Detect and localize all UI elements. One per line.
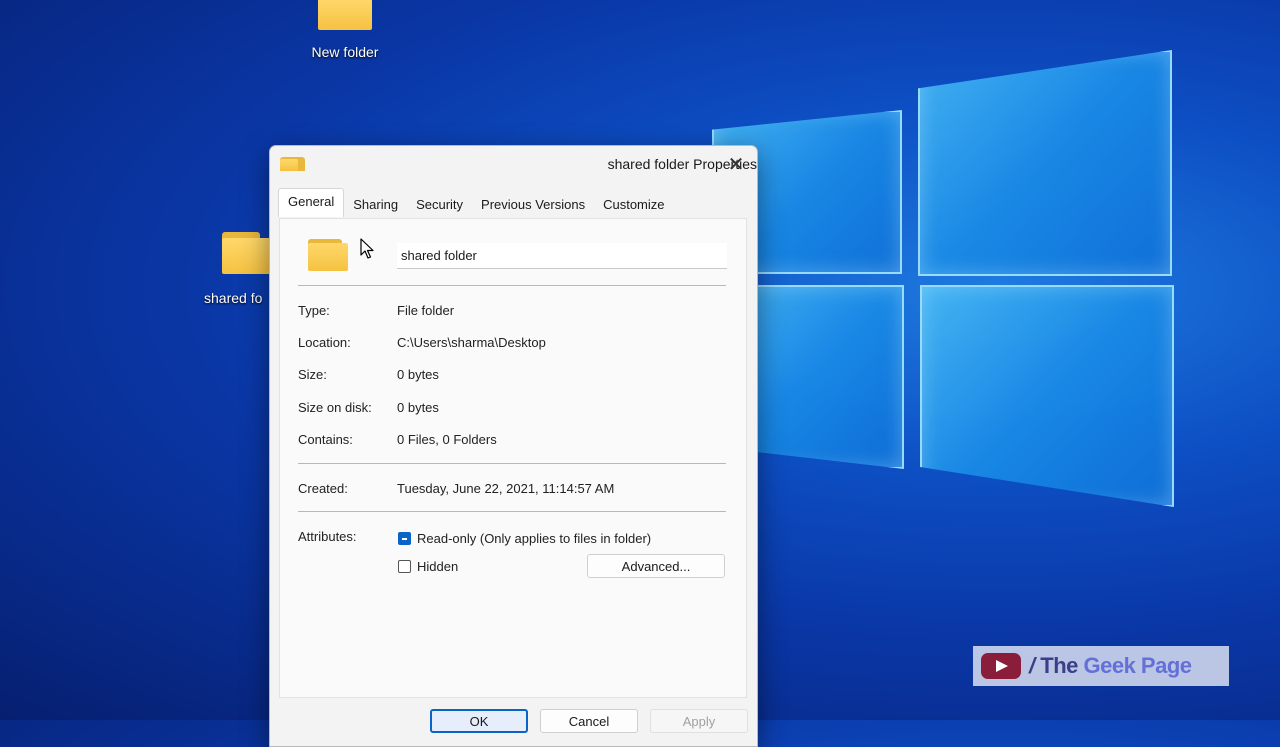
logo-pane-bottom-right	[920, 285, 1174, 507]
title-bar[interactable]: shared folder Properties ✕	[270, 146, 757, 182]
desktop-icon-new-folder[interactable]: New folder	[300, 0, 390, 60]
folder-icon	[308, 239, 348, 271]
ok-button[interactable]: OK	[430, 709, 528, 733]
property-value: 0 Files, 0 Folders	[397, 432, 497, 447]
logo-pane-top-right	[918, 50, 1172, 276]
mouse-cursor-icon	[360, 238, 374, 259]
divider	[298, 285, 726, 286]
property-value: Tuesday, June 22, 2021, 11:14:57 AM	[397, 481, 615, 496]
apply-button[interactable]: Apply	[650, 709, 748, 733]
watermark-geek-page: Geek Page	[1083, 653, 1193, 678]
desktop-icon-label: New folder	[311, 44, 379, 60]
general-panel: Type: File folder Location: C:\Users\sha…	[279, 218, 747, 698]
tab-sharing[interactable]: Sharing	[344, 191, 407, 217]
property-row-location: Location: C:\Users\sharma\Desktop	[298, 335, 546, 350]
folder-icon	[318, 0, 372, 30]
property-row-contains: Contains: 0 Files, 0 Folders	[298, 432, 497, 447]
attributes-label: Attributes:	[298, 529, 357, 544]
advanced-button[interactable]: Advanced...	[587, 554, 725, 578]
property-row-size: Size: 0 bytes	[298, 367, 439, 382]
readonly-label: Read-only (Only applies to files in fold…	[417, 531, 652, 546]
property-row-created: Created: Tuesday, June 22, 2021, 11:14:5…	[298, 481, 614, 496]
property-label: Location:	[298, 335, 351, 350]
readonly-checkbox[interactable]: Read-only (Only applies to files in fold…	[398, 531, 651, 546]
watermark-the: The	[1040, 653, 1078, 678]
property-label: Size:	[298, 367, 327, 382]
youtube-logo-icon	[981, 653, 1021, 679]
watermark-text: / The Geek Page	[1029, 653, 1192, 679]
folder-icon	[280, 157, 306, 171]
folder-icon	[222, 232, 272, 274]
property-row-size-on-disk: Size on disk: 0 bytes	[298, 400, 439, 415]
property-label: Type:	[298, 303, 330, 318]
close-icon: ✕	[727, 153, 745, 176]
watermark-slash: /	[1029, 653, 1035, 678]
hidden-checkbox[interactable]: Hidden	[398, 559, 458, 574]
checkbox-unchecked-icon	[398, 560, 411, 573]
tab-strip: General Sharing Security Previous Versio…	[278, 188, 674, 217]
tab-general[interactable]: General	[278, 188, 345, 217]
property-value: File folder	[397, 303, 455, 318]
property-row-type: Type: File folder	[298, 303, 454, 318]
property-label: Contains:	[298, 432, 353, 447]
property-value: C:\Users\sharma\Desktop	[397, 335, 546, 350]
windows-logo	[700, 40, 1200, 520]
property-value: 0 bytes	[397, 367, 439, 382]
property-label: Created:	[298, 481, 348, 496]
tab-customize[interactable]: Customize	[594, 191, 673, 217]
property-value: 0 bytes	[397, 400, 439, 415]
properties-dialog: shared folder Properties ✕ General Shari…	[269, 145, 758, 747]
close-button[interactable]: ✕	[721, 149, 751, 179]
property-label: Size on disk:	[298, 400, 372, 415]
divider	[298, 511, 726, 512]
tab-security[interactable]: Security	[407, 191, 472, 217]
hidden-label: Hidden	[417, 559, 459, 574]
cancel-button[interactable]: Cancel	[540, 709, 638, 733]
divider	[298, 463, 726, 464]
checkbox-indeterminate-icon	[398, 532, 411, 545]
tab-previous-versions[interactable]: Previous Versions	[472, 191, 594, 217]
channel-watermark: / The Geek Page	[973, 646, 1229, 686]
folder-name-input[interactable]	[397, 243, 727, 269]
